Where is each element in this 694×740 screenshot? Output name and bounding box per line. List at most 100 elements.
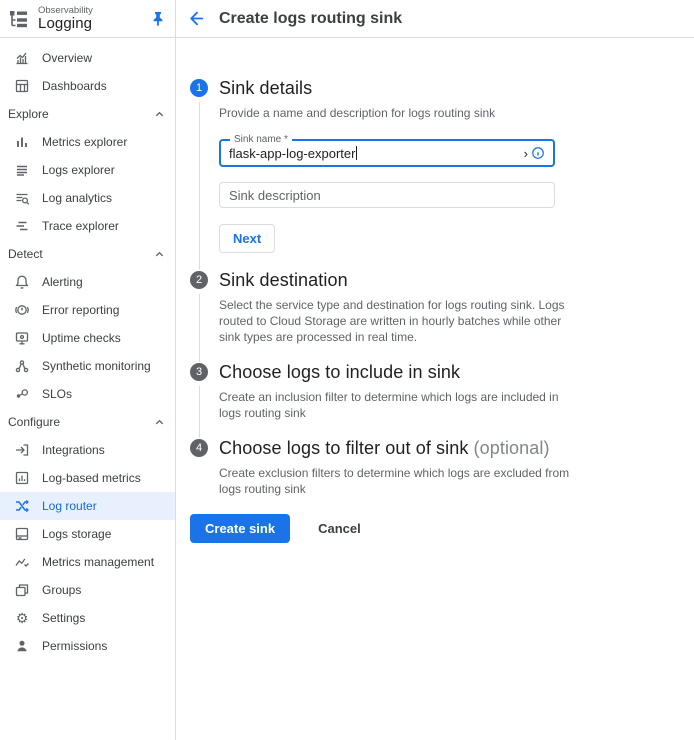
storage-box-icon [14, 526, 30, 542]
sink-description-input[interactable] [219, 182, 555, 208]
arrow-back-icon[interactable] [187, 9, 206, 28]
sidebar-item-integrations[interactable]: Integrations [0, 436, 175, 464]
sidebar-item-log-router[interactable]: Log router [0, 492, 175, 520]
sidebar-item-metrics-management[interactable]: Metrics management [0, 548, 175, 576]
sidebar-item-log-based-metrics[interactable]: Log-based metrics [0, 464, 175, 492]
sink-name-input[interactable]: Sink name * flask-app-log-exporter › [219, 139, 555, 167]
metrics-line-icon [14, 554, 30, 570]
step-indicator: 2 [190, 270, 208, 362]
sidebar-item-error-reporting[interactable]: Error reporting [0, 296, 175, 324]
sidebar-item-label: Overview [42, 51, 92, 65]
monitor-icon [14, 330, 30, 346]
sidebar-item-label: Permissions [42, 639, 107, 653]
sidebar-item-logs-explorer[interactable]: Logs explorer [0, 156, 175, 184]
person-icon [14, 638, 30, 654]
chevron-up-icon [154, 249, 165, 260]
sidebar-item-label: Alerting [42, 275, 83, 289]
chevron-right-icon[interactable]: › [524, 147, 528, 160]
step-title: Sink destination [219, 270, 571, 290]
sidebar-nav: Overview Dashboards Explore [0, 38, 175, 660]
integration-arrow-icon [14, 442, 30, 458]
cancel-button[interactable]: Cancel [310, 514, 369, 543]
sidebar-item-label: Log analytics [42, 191, 112, 205]
app-window: Observability Logging Overview [0, 0, 694, 740]
sidebar-item-label: Logs explorer [42, 163, 115, 177]
sidebar-item-label: Log router [42, 499, 97, 513]
shuffle-icon [14, 498, 30, 514]
sidebar-item-label: Error reporting [42, 303, 119, 317]
step-number-badge: 4 [190, 439, 208, 457]
sidebar-section-configure[interactable]: Configure [0, 408, 175, 436]
sink-name-value: flask-app-log-exporter [229, 146, 355, 161]
sidebar-item-log-analytics[interactable]: Log analytics [0, 184, 175, 212]
sidebar-item-logs-storage[interactable]: Logs storage [0, 520, 175, 548]
sidebar-item-label: Uptime checks [42, 331, 121, 345]
chevron-up-icon [154, 417, 165, 428]
sidebar-section-detect[interactable]: Detect [0, 240, 175, 268]
step-sink-details: 1 Sink details Provide a name and descri… [190, 78, 674, 270]
step-number-badge: 1 [190, 79, 208, 97]
step-indicator: 4 [190, 438, 208, 507]
sidebar-item-label: Logs storage [42, 527, 111, 541]
sidebar-item-label: Settings [42, 611, 85, 625]
step-include-logs: 3 Choose logs to include in sink Create … [190, 362, 674, 438]
next-button[interactable]: Next [219, 224, 275, 253]
log-lines-icon [14, 162, 30, 178]
sidebar-item-label: Dashboards [42, 79, 107, 93]
slo-nodes-icon [14, 386, 30, 402]
sidebar-item-synthetic-monitoring[interactable]: Synthetic monitoring [0, 352, 175, 380]
step-description: Create an inclusion filter to determine … [219, 389, 571, 421]
sidebar-item-trace-explorer[interactable]: Trace explorer [0, 212, 175, 240]
sidebar-item-settings[interactable]: ⚙ Settings [0, 604, 175, 632]
sidebar-item-label: Groups [42, 583, 81, 597]
sidebar-item-metrics-explorer[interactable]: Metrics explorer [0, 128, 175, 156]
sidebar-header: Observability Logging [0, 0, 175, 38]
chevron-up-icon [154, 109, 165, 120]
step-number-badge: 3 [190, 363, 208, 381]
sidebar-item-label: Metrics explorer [42, 135, 127, 149]
field-trailing-icons: › [524, 146, 545, 160]
sidebar-item-label: Integrations [42, 443, 105, 457]
text-cursor [356, 146, 357, 160]
section-label: Configure [8, 415, 60, 429]
stepper-content: 1 Sink details Provide a name and descri… [176, 38, 694, 543]
sidebar-item-overview[interactable]: Overview [0, 44, 175, 72]
sidebar-section-explore[interactable]: Explore [0, 100, 175, 128]
gear-icon: ⚙ [14, 611, 30, 625]
groups-icon [14, 582, 30, 598]
step-description: Select the service type and destination … [219, 297, 571, 345]
step-number-badge: 2 [190, 271, 208, 289]
create-sink-button[interactable]: Create sink [190, 514, 290, 543]
sidebar-item-label: Synthetic monitoring [42, 359, 151, 373]
pin-icon[interactable] [149, 10, 167, 28]
page-title: Create logs routing sink [219, 10, 402, 28]
bar-chart-icon [14, 134, 30, 150]
sidebar-item-label: Trace explorer [42, 219, 119, 233]
page-header: Create logs routing sink [176, 0, 694, 38]
logging-tree-icon [8, 8, 30, 30]
info-icon[interactable] [531, 146, 545, 160]
footer-actions: Create sink Cancel [190, 514, 674, 543]
sidebar-item-uptime-checks[interactable]: Uptime checks [0, 324, 175, 352]
product-name: Logging [38, 16, 93, 32]
molecule-icon [14, 358, 30, 374]
sidebar-item-dashboards[interactable]: Dashboards [0, 72, 175, 100]
sink-name-label: Sink name * [230, 134, 292, 145]
section-label: Explore [8, 107, 49, 121]
step-connector-line [199, 102, 200, 270]
overview-chart-icon [14, 50, 30, 66]
step-sink-destination: 2 Sink destination Select the service ty… [190, 270, 674, 362]
optional-label: (optional) [474, 438, 550, 458]
sidebar-item-groups[interactable]: Groups [0, 576, 175, 604]
sidebar-item-label: Log-based metrics [42, 471, 141, 485]
error-circle-icon [14, 302, 30, 318]
step-description: Create exclusion filters to determine wh… [219, 465, 571, 497]
step-connector-line [199, 386, 200, 438]
step-title: Choose logs to filter out of sink (optio… [219, 438, 571, 458]
sidebar-item-alerting[interactable]: Alerting [0, 268, 175, 296]
main-panel: Create logs routing sink 1 Sink details … [176, 0, 694, 740]
sidebar-item-permissions[interactable]: Permissions [0, 632, 175, 660]
step-title: Choose logs to include in sink [219, 362, 571, 382]
metrics-box-icon [14, 470, 30, 486]
sidebar-item-slos[interactable]: SLOs [0, 380, 175, 408]
